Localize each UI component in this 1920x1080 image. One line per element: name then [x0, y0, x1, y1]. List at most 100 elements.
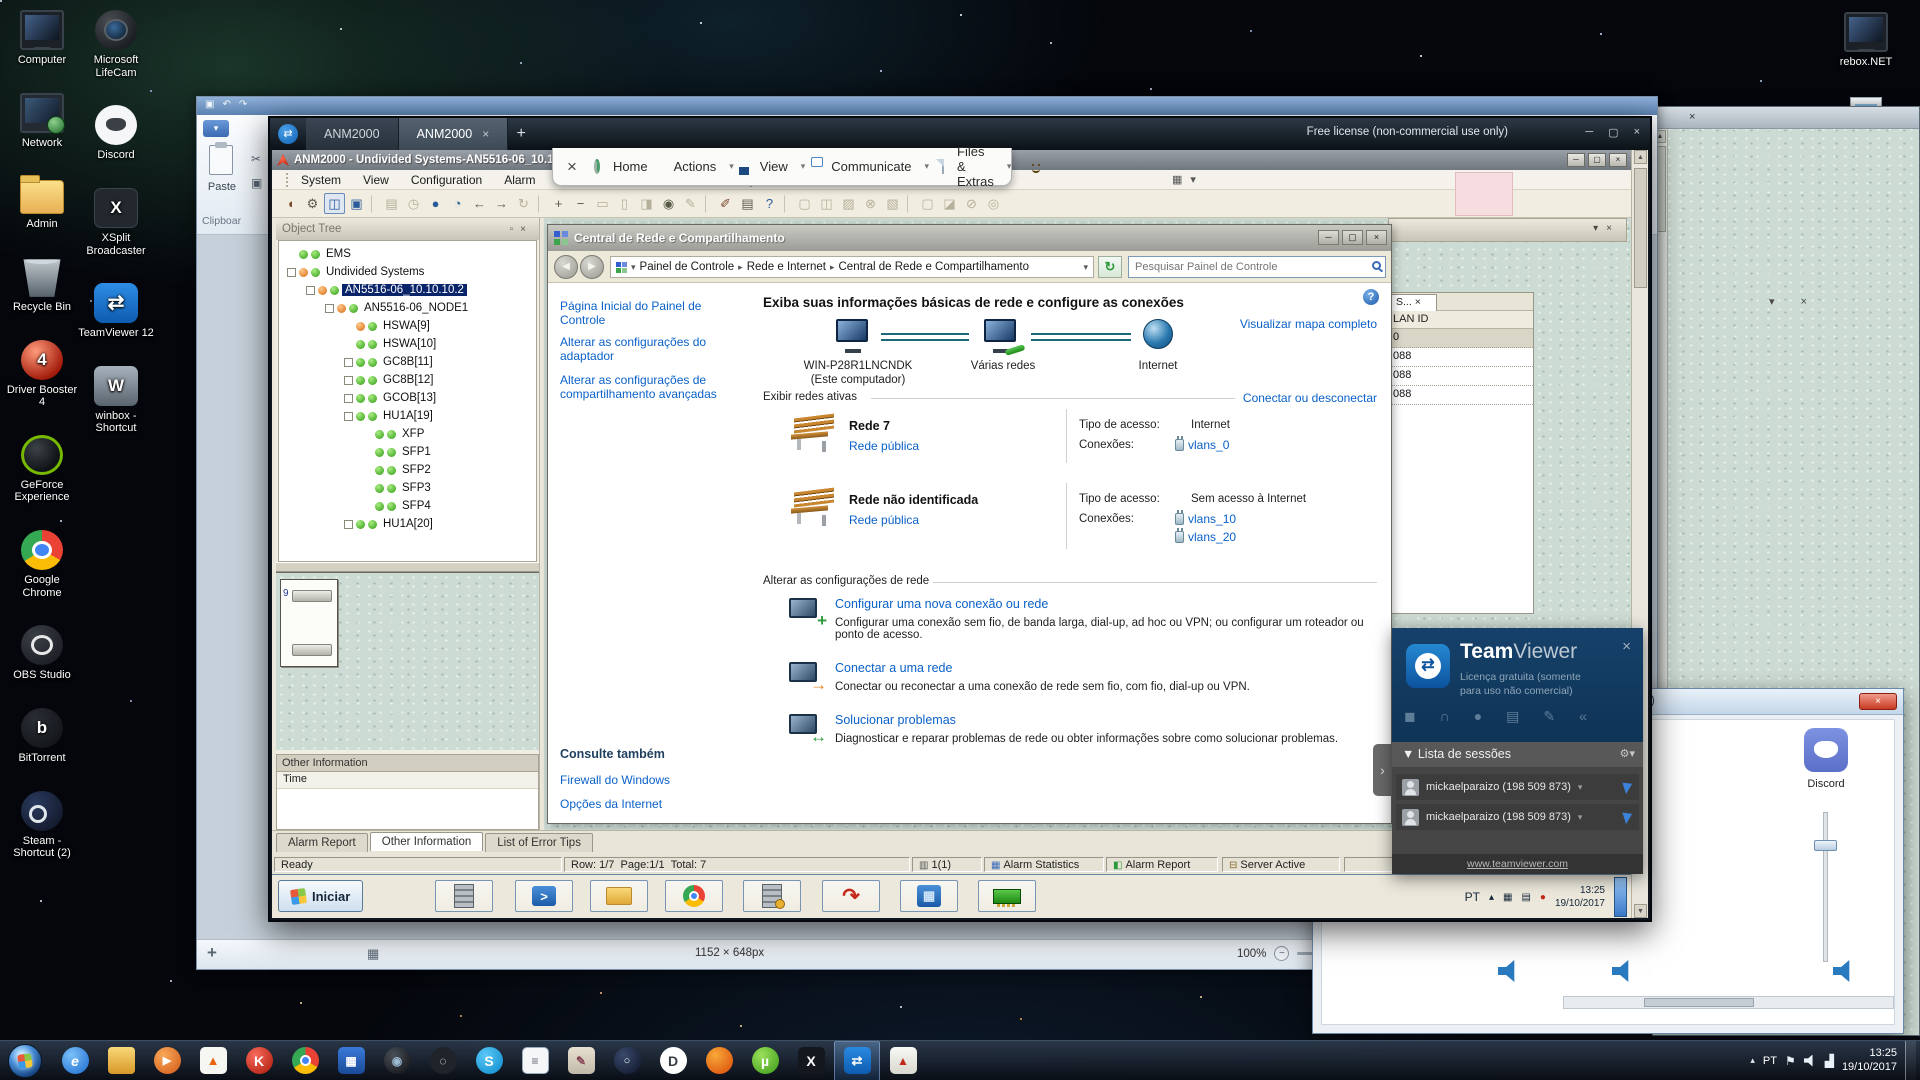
- tree-item-label[interactable]: HU1A[20]: [380, 518, 436, 530]
- slot-card[interactable]: 9: [280, 579, 338, 667]
- batch-icon[interactable]: ▨: [838, 193, 859, 214]
- separator[interactable]: [538, 195, 545, 213]
- new-tab-button[interactable]: +: [508, 118, 534, 150]
- network-icon[interactable]: ▟: [1825, 1054, 1834, 1068]
- menu-item[interactable]: Configuration: [411, 173, 482, 187]
- communicate-menu[interactable]: Communicate: [831, 159, 911, 174]
- tree-item-label[interactable]: GCOB[13]: [380, 392, 439, 404]
- pin-icon[interactable]: ◫: [816, 193, 837, 214]
- search-box[interactable]: [1128, 256, 1386, 278]
- lan-id-row[interactable]: 0: [1389, 329, 1533, 348]
- connect-network-link[interactable]: Conectar a uma rede: [835, 661, 952, 675]
- expander-icon[interactable]: [287, 268, 296, 277]
- language-indicator[interactable]: PT: [1763, 1055, 1777, 1067]
- minimize-button[interactable]: ─: [1567, 153, 1585, 167]
- close-button[interactable]: ×: [1609, 153, 1627, 167]
- sidebar-link-home[interactable]: Página Inicial do Painel de Controle: [560, 299, 750, 327]
- xsplit-icon[interactable]: X XSplit Broadcaster: [78, 188, 154, 257]
- close-button[interactable]: ×: [1366, 230, 1387, 245]
- home-button[interactable]: Home: [613, 159, 648, 174]
- copy-icon[interactable]: ▢: [917, 193, 938, 214]
- menu-button[interactable]: ▾: [203, 120, 229, 137]
- utorrent-icon[interactable]: µ: [742, 1041, 788, 1080]
- refresh-button[interactable]: ↻: [1098, 256, 1122, 278]
- notepad-icon[interactable]: ≡: [512, 1041, 558, 1080]
- session-tab-1[interactable]: ANM2000: [306, 118, 399, 150]
- eye-icon[interactable]: ◉: [658, 193, 679, 214]
- skype-icon[interactable]: S: [466, 1041, 512, 1080]
- search-icon[interactable]: [1372, 261, 1381, 270]
- tree-item-label[interactable]: GC8B[12]: [380, 374, 437, 386]
- window-titlebar[interactable]: ×: [1653, 107, 1919, 129]
- alert-tray-icon[interactable]: ●: [1540, 892, 1546, 903]
- video-icon[interactable]: ◼: [1404, 708, 1416, 725]
- session-row[interactable]: mickaelparaizo (198 509 873) ▾: [1396, 804, 1639, 830]
- back-icon[interactable]: ←: [469, 193, 490, 214]
- speaker-icon[interactable]: ◖: [280, 193, 301, 214]
- menu-item[interactable]: View: [363, 173, 389, 187]
- winbox-icon[interactable]: W winbox - Shortcut: [78, 366, 154, 435]
- tree-item[interactable]: HSWA[10]: [279, 335, 536, 353]
- sessions-header[interactable]: ▼ Lista de sessões ⚙▾: [1392, 742, 1643, 767]
- tree-item-label[interactable]: AN5516-06_NODE1: [361, 302, 471, 314]
- anm2000-icon[interactable]: ▲: [880, 1041, 926, 1080]
- menu-extra-icons[interactable]: ▦▾: [1172, 173, 1204, 186]
- tree-item[interactable]: AN5516-06_NODE1: [279, 299, 536, 317]
- speaker-mute-icon[interactable]: [1612, 960, 1636, 982]
- teamviewer-link[interactable]: www.teamviewer.com: [1392, 854, 1643, 874]
- firefox-icon[interactable]: [696, 1041, 742, 1080]
- steam-icon[interactable]: Steam - Shortcut (2): [4, 791, 80, 860]
- separator[interactable]: [371, 195, 378, 213]
- close-tab-icon[interactable]: ×: [482, 127, 489, 141]
- network-icon[interactable]: Network: [4, 93, 80, 150]
- paint-icon[interactable]: ✎: [558, 1041, 604, 1080]
- tree-item[interactable]: HU1A[20]: [279, 515, 536, 533]
- close-button[interactable]: ×: [1859, 693, 1897, 710]
- windows-app-icon[interactable]: ▦: [328, 1041, 374, 1080]
- chevron-up-icon[interactable]: ▴: [1489, 892, 1494, 903]
- disable-icon[interactable]: ⊘: [961, 193, 982, 214]
- server-tools-icon[interactable]: [435, 880, 493, 912]
- speaker-mute-icon[interactable]: [1833, 960, 1857, 982]
- lan-id-row[interactable]: 088: [1389, 386, 1533, 405]
- tree-item-label[interactable]: SFP3: [399, 482, 434, 494]
- remote-clock[interactable]: 13:2519/10/2017: [1555, 884, 1605, 910]
- paste-icon[interactable]: [209, 145, 233, 175]
- server-wrench-icon[interactable]: [743, 880, 801, 912]
- connection-link[interactable]: vlans_0: [1175, 438, 1229, 452]
- paste-button[interactable]: Paste: [199, 181, 245, 193]
- admin-folder-icon[interactable]: Admin: [4, 175, 80, 231]
- zoom-out-icon[interactable]: −: [570, 193, 591, 214]
- clipboard-icon[interactable]: ▤: [1506, 708, 1519, 725]
- obs-icon[interactable]: ◌: [420, 1041, 466, 1080]
- minimize-button[interactable]: ─: [1585, 126, 1593, 139]
- rebox-net-icon[interactable]: rebox.NET: [1828, 12, 1904, 69]
- show-desktop-button[interactable]: [1905, 1041, 1916, 1080]
- tree-item[interactable]: GC8B[11]: [279, 353, 536, 371]
- tree-item[interactable]: GCOB[13]: [279, 389, 536, 407]
- speaker-mute-icon[interactable]: [1498, 960, 1522, 982]
- display-tray-icon[interactable]: ▦: [1503, 892, 1512, 903]
- files-extras-menu[interactable]: Files & Extras: [957, 144, 994, 189]
- language-indicator[interactable]: PT: [1465, 890, 1480, 904]
- close-icon[interactable]: ×: [1622, 638, 1631, 655]
- edit-icon[interactable]: ✎: [680, 193, 701, 214]
- recycle-bin-icon[interactable]: Recycle Bin: [4, 257, 80, 314]
- expander-icon[interactable]: [325, 304, 334, 313]
- forward-button[interactable]: ▶: [580, 255, 604, 279]
- tree-item-label[interactable]: GC8B[11]: [380, 356, 436, 368]
- close-task-icon[interactable]: ⊗: [860, 193, 881, 214]
- gear-icon[interactable]: ⚙▾: [1620, 747, 1635, 760]
- restart-red-icon[interactable]: ↷: [822, 880, 880, 912]
- driver-booster-icon[interactable]: 4 Driver Booster 4: [4, 340, 80, 409]
- start-button[interactable]: [8, 1044, 42, 1078]
- chevron-down-icon[interactable]: ▾: [1083, 262, 1088, 273]
- duplicate-icon[interactable]: ◪: [939, 193, 960, 214]
- separator[interactable]: [907, 195, 914, 213]
- tree-item[interactable]: XFP: [279, 425, 536, 443]
- tree-item-label[interactable]: Undivided Systems: [323, 266, 427, 278]
- refresh-icon[interactable]: ↻: [513, 193, 534, 214]
- media-player-icon[interactable]: ▶: [144, 1041, 190, 1080]
- expander-icon[interactable]: [344, 358, 353, 367]
- collapse-icon[interactable]: «: [1579, 708, 1587, 725]
